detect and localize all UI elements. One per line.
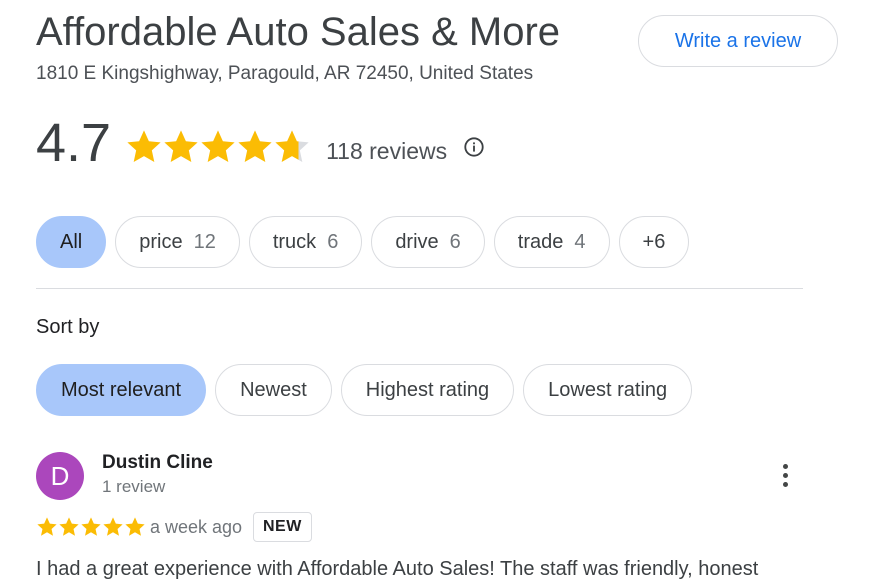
star-icon — [164, 130, 198, 163]
topic-chip[interactable]: truck 6 — [248, 216, 363, 268]
topic-chip[interactable]: trade 4 — [493, 216, 610, 268]
star-icon — [201, 130, 235, 163]
sort-label: Sort by — [36, 316, 100, 338]
more-dot — [782, 472, 788, 478]
topic-chip-label: +6 — [642, 230, 666, 253]
review-time: a week ago — [150, 517, 243, 537]
topic-chips: All price 12 truck 6 drive 6 trade 4 +6 — [36, 216, 690, 268]
reviewer-name[interactable]: Dustin Cline — [102, 452, 213, 474]
star-icon — [125, 517, 145, 536]
star-icon — [59, 517, 79, 536]
sort-option[interactable]: Newest — [215, 364, 332, 416]
topic-chip-label: trade — [517, 230, 564, 253]
reviewer-meta: 1 review — [102, 477, 166, 496]
topic-chip[interactable]: All — [36, 216, 107, 268]
more-dot — [782, 463, 788, 469]
topic-chip-label: price — [139, 230, 183, 253]
topic-chip[interactable]: +6 — [618, 216, 690, 268]
topic-chip-count: 4 — [574, 230, 586, 253]
sort-option[interactable]: Highest rating — [340, 364, 515, 416]
sort-option[interactable]: Lowest rating — [523, 364, 693, 416]
topic-chip-label: All — [60, 230, 83, 253]
review-stars — [36, 516, 146, 538]
place-title: Affordable Auto Sales & More — [36, 10, 561, 54]
topic-chip[interactable]: price 12 — [115, 216, 240, 268]
divider — [36, 288, 803, 289]
topic-chip-label: drive — [395, 230, 439, 253]
avatar[interactable]: D — [36, 452, 84, 500]
sort-chips: Most relevant Newest Highest rating Lowest … — [36, 364, 693, 416]
info-circle-icon[interactable] — [463, 136, 485, 158]
write-review-button[interactable]: Write a review — [638, 15, 838, 67]
star-icon — [81, 517, 101, 536]
place-address: 1810 E Kingshighway, Paragould, AR 72450… — [36, 63, 534, 84]
star-icon — [37, 517, 57, 536]
sort-option[interactable]: Most relevant — [36, 364, 207, 416]
topic-chip-count: 6 — [327, 230, 339, 253]
star-icon — [103, 517, 123, 536]
rating-summary: 4.7 118 reviews — [36, 112, 485, 182]
more-vert-icon[interactable] — [770, 458, 800, 492]
star-icon — [127, 130, 161, 163]
rating-value: 4.7 — [36, 113, 112, 173]
review-text: I had a great experience with Affordable… — [36, 558, 759, 580]
topic-chip[interactable]: drive 6 — [371, 216, 485, 268]
star-icon — [238, 130, 272, 163]
star-icon — [275, 130, 309, 163]
topic-chip-count: 12 — [193, 230, 216, 253]
new-badge: NEW — [253, 512, 312, 542]
rating-stars — [125, 128, 310, 166]
topic-chip-label: truck — [272, 230, 317, 253]
more-dot — [782, 481, 788, 487]
reviews-count: 118 reviews — [326, 137, 448, 164]
topic-chip-count: 6 — [449, 230, 461, 253]
